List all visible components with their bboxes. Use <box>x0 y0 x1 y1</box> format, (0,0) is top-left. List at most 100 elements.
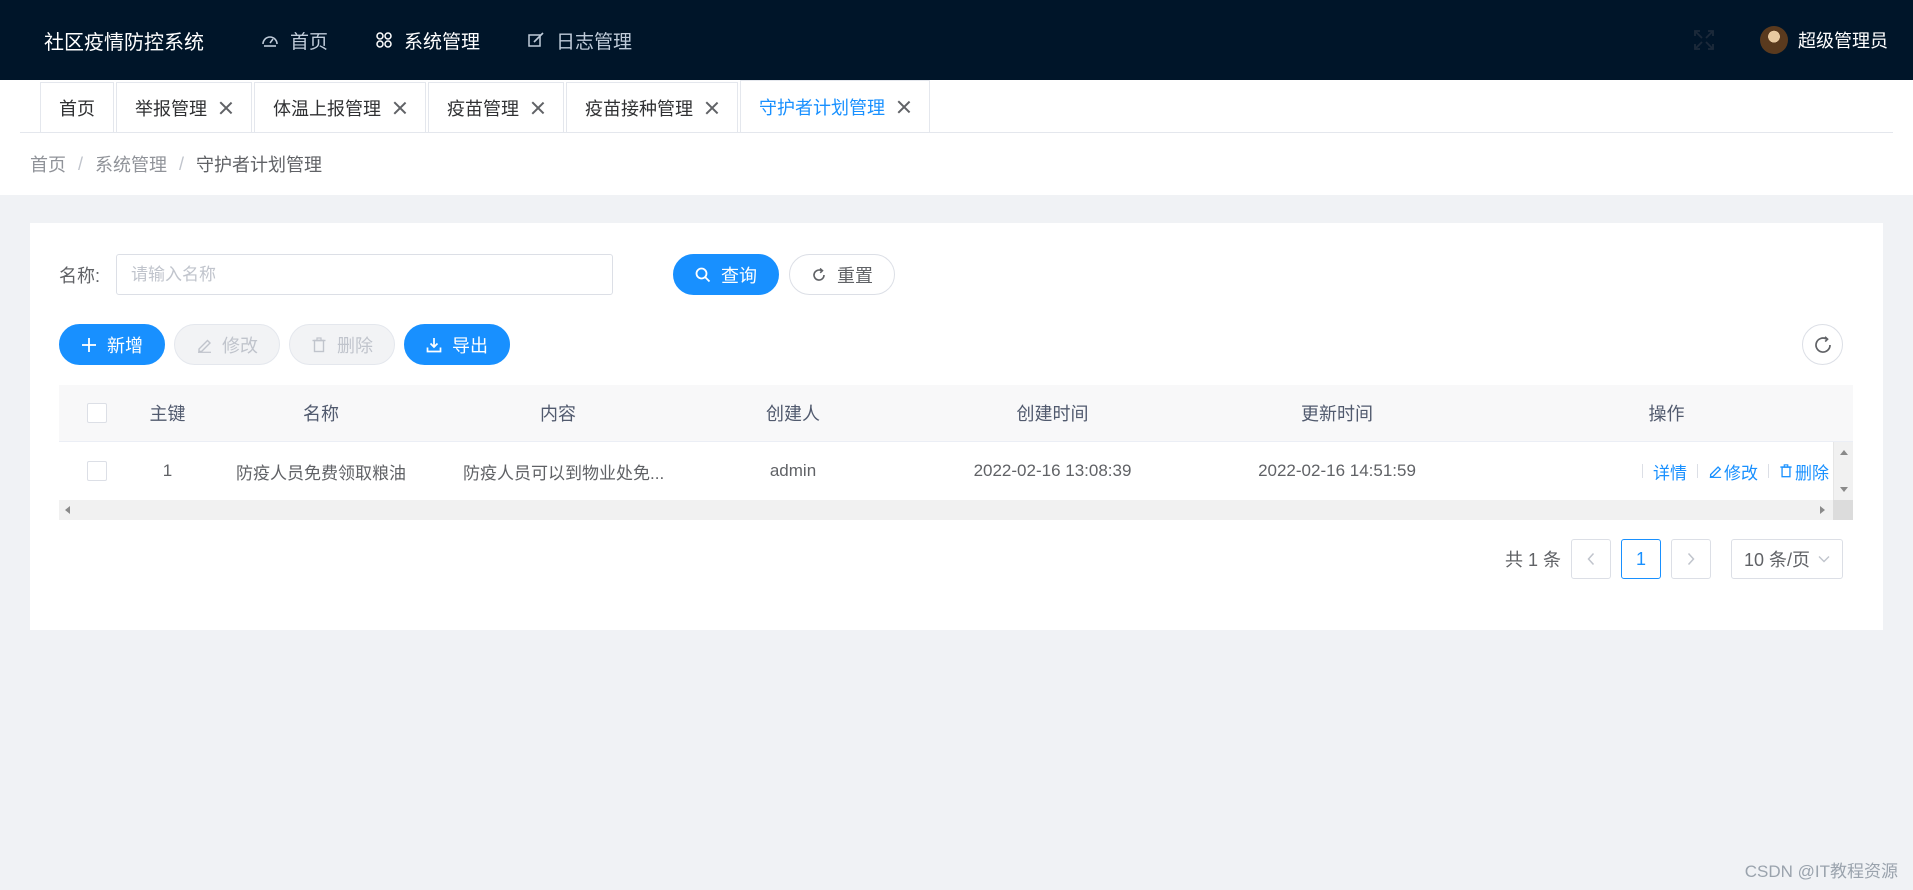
page-size-value: 10 条/页 <box>1744 550 1811 570</box>
fullscreen-icon[interactable] <box>1692 28 1716 52</box>
watermark: CSDN @IT教程资源 <box>1744 862 1898 881</box>
trash-icon <box>311 336 327 353</box>
row-actions: 详情 修改 删除 <box>1480 459 1853 484</box>
edit-icon <box>196 337 212 353</box>
edit-label: 修改 <box>222 335 258 356</box>
cell-ops: 详情 修改 删除 <box>1480 459 1853 484</box>
dashboard-icon <box>260 30 280 50</box>
row-delete-link[interactable]: 删除 <box>1779 459 1829 484</box>
data-table: 主键 名称 内容 创建人 创建时间 更新时间 操作 1 防疫人员免费领取粮油 防… <box>59 385 1853 520</box>
chevron-down-icon <box>1818 555 1830 563</box>
export-button[interactable]: 导出 <box>404 324 510 365</box>
column-header-update-time: 更新时间 <box>1301 404 1373 424</box>
page-number[interactable]: 1 <box>1621 539 1661 579</box>
search-icon <box>695 267 711 283</box>
search-input[interactable] <box>116 254 614 295</box>
refresh-icon <box>811 267 827 283</box>
tab-label: 守护者计划管理 <box>759 97 885 118</box>
nav-menu: 首页 系统管理 日志管理 <box>260 27 678 54</box>
nav-item-label: 日志管理 <box>556 31 633 53</box>
cell-content: 防疫人员可以到物业处免... <box>463 463 665 483</box>
next-page-button[interactable] <box>1671 539 1711 579</box>
refresh-icon <box>1813 335 1833 355</box>
tab-label: 疫苗接种管理 <box>585 98 693 119</box>
tab-label: 首页 <box>59 98 95 119</box>
delete-button[interactable]: 删除 <box>289 324 395 365</box>
horizontal-scrollbar[interactable] <box>59 500 1853 520</box>
breadcrumb-item-home[interactable]: 首页 <box>30 151 66 177</box>
select-all-checkbox[interactable] <box>86 403 107 423</box>
column-header-create-time: 创建时间 <box>1016 404 1089 424</box>
query-button[interactable]: 查询 <box>673 254 780 295</box>
chevron-left-icon <box>1586 552 1596 566</box>
close-icon[interactable] <box>705 101 719 115</box>
detail-link[interactable]: 详情 <box>1653 459 1687 484</box>
scroll-up-arrow[interactable] <box>1840 450 1848 455</box>
app-title: 社区疫情防控系统 <box>44 31 204 54</box>
column-header-creator: 创建人 <box>766 404 820 424</box>
grid-icon <box>374 30 394 50</box>
nav-item-system[interactable]: 系统管理 <box>374 27 480 54</box>
toolbar: 新增 修改 删除 导出 <box>59 324 519 365</box>
tab-vaccine[interactable]: 疫苗管理 <box>428 82 564 132</box>
close-icon[interactable] <box>897 100 911 114</box>
tab-vaccination[interactable]: 疫苗接种管理 <box>566 82 738 132</box>
tab-temperature[interactable]: 体温上报管理 <box>254 82 426 132</box>
refresh-button[interactable] <box>1802 324 1843 365</box>
tab-label: 体温上报管理 <box>273 98 381 119</box>
pagination: 共 1 条 1 10 条/页 <box>1505 539 1843 579</box>
tab-label: 疫苗管理 <box>447 98 519 119</box>
tab-report[interactable]: 举报管理 <box>116 82 252 132</box>
action-divider <box>1768 464 1769 478</box>
page-size-select[interactable]: 10 条/页 <box>1731 539 1843 579</box>
nav-right: 超级管理员 <box>1692 0 1888 80</box>
column-header-name: 名称 <box>303 404 339 424</box>
action-divider <box>1642 464 1643 478</box>
top-navbar: 社区疫情防控系统 首页 系统管理 日志管理 超级管理员 <box>0 0 1913 80</box>
export-label: 导出 <box>452 335 488 356</box>
column-header-content: 内容 <box>540 404 576 424</box>
detail-label: 详情 <box>1653 463 1687 483</box>
column-header-id: 主键 <box>149 404 186 424</box>
cell-name: 防疫人员免费领取粮油 <box>236 463 406 483</box>
breadcrumb-item-system[interactable]: 系统管理 <box>95 151 167 177</box>
cell-id: 1 <box>162 461 173 480</box>
header-select-cell <box>59 403 134 423</box>
search-form: 名称: 查询 重置 <box>59 254 896 295</box>
reset-label: 重置 <box>837 265 874 286</box>
username[interactable]: 超级管理员 <box>1798 27 1888 53</box>
avatar[interactable] <box>1760 26 1788 54</box>
query-label: 查询 <box>721 265 758 286</box>
plus-icon <box>81 337 97 353</box>
close-icon[interactable] <box>531 101 545 115</box>
edit-button[interactable]: 修改 <box>174 324 280 365</box>
vertical-scrollbar[interactable] <box>1833 442 1853 500</box>
scroll-right-arrow[interactable] <box>1820 506 1825 514</box>
reset-button[interactable]: 重置 <box>789 254 896 295</box>
row-edit-label: 修改 <box>1724 463 1758 483</box>
table-row: 1 防疫人员免费领取粮油 防疫人员可以到物业处免... admin 2022-0… <box>59 442 1853 500</box>
tags-view-inner: 首页 举报管理 体温上报管理 疫苗管理 疫苗接种管理 守护者计划管理 <box>20 80 1893 133</box>
scroll-left-arrow[interactable] <box>65 506 70 514</box>
cell-creator: admin <box>769 461 817 480</box>
tab-label: 举报管理 <box>135 98 207 119</box>
nav-item-label: 首页 <box>290 31 329 53</box>
close-icon[interactable] <box>219 101 233 115</box>
nav-item-home[interactable]: 首页 <box>260 27 328 54</box>
add-button[interactable]: 新增 <box>59 324 165 365</box>
nav-item-logs[interactable]: 日志管理 <box>526 27 632 54</box>
table-header: 主键 名称 内容 创建人 创建时间 更新时间 操作 <box>59 385 1853 442</box>
tab-guardian-plan[interactable]: 守护者计划管理 <box>740 80 930 132</box>
edit-icon <box>1708 464 1722 478</box>
breadcrumb: 首页 / 系统管理 / 守护者计划管理 <box>0 133 1913 195</box>
tab-home[interactable]: 首页 <box>40 82 114 132</box>
row-edit-link[interactable]: 修改 <box>1708 459 1758 484</box>
row-delete-label: 删除 <box>1795 463 1829 483</box>
prev-page-button[interactable] <box>1571 539 1611 579</box>
edit-icon <box>526 30 546 50</box>
close-icon[interactable] <box>393 101 407 115</box>
row-checkbox[interactable] <box>86 461 107 481</box>
breadcrumb-separator: / <box>78 153 84 174</box>
scroll-down-arrow[interactable] <box>1840 487 1848 492</box>
search-label: 名称: <box>59 265 101 286</box>
